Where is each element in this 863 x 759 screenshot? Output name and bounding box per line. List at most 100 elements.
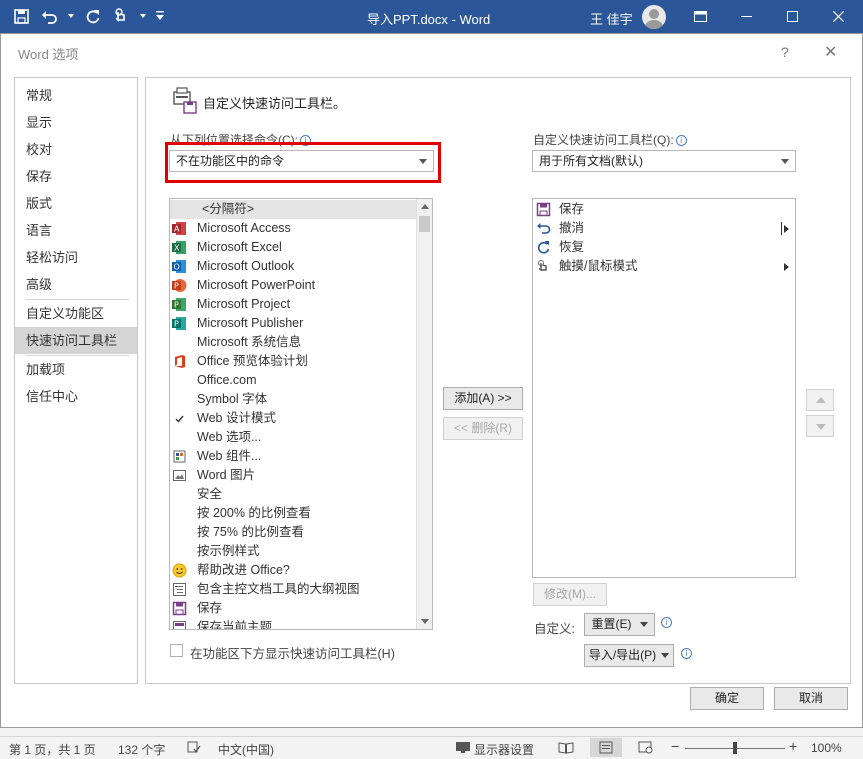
list-item[interactable]: 触摸/鼠标模式 (533, 257, 795, 276)
scroll-down-icon[interactable] (421, 619, 429, 624)
nav-item-layout[interactable]: 版式 (15, 190, 137, 217)
user-name[interactable]: 王 佳宇 (590, 9, 633, 28)
move-down-button[interactable] (806, 415, 834, 437)
list-item[interactable]: 保存 (533, 200, 795, 219)
move-up-button[interactable] (806, 389, 834, 411)
cancel-button[interactable]: 取消 (774, 687, 848, 710)
list-item-label: 帮助改进 Office? (197, 563, 290, 577)
import-export-button[interactable]: 导入/导出(P) (584, 644, 674, 667)
undo-icon[interactable] (40, 7, 58, 25)
list-item[interactable]: O Microsoft Outlook (170, 257, 417, 276)
list-item[interactable]: P Microsoft Publisher (170, 314, 417, 333)
zoom-slider-thumb[interactable] (733, 742, 737, 754)
ok-button[interactable]: 确定 (690, 687, 764, 710)
save-icon[interactable] (12, 7, 30, 25)
proofing-icon[interactable] (187, 741, 201, 757)
list-item[interactable]: Office.com (170, 371, 417, 390)
show-below-ribbon-label[interactable]: 在功能区下方显示快速访问工具栏(H) (190, 643, 395, 662)
info-icon[interactable]: i (675, 135, 687, 147)
list-item[interactable]: Web 组件... (170, 447, 417, 466)
add-button[interactable]: 添加(A) >> (443, 387, 523, 410)
list-item[interactable]: Microsoft 系统信息 (170, 333, 417, 352)
customize-qat-value: 用于所有文档(默认) (539, 154, 643, 168)
list-item-label: Microsoft Publisher (197, 316, 304, 330)
list-item[interactable]: 安全 (170, 485, 417, 504)
touch-dropdown-icon[interactable] (140, 7, 146, 25)
zoom-level[interactable]: 100% (811, 741, 842, 755)
list-item[interactable]: Symbol 字体 (170, 390, 417, 409)
info-icon[interactable]: i (681, 648, 692, 659)
list-item[interactable]: 保存 (170, 599, 417, 618)
customize-qat-dropdown[interactable]: 用于所有文档(默认) (532, 150, 796, 172)
theme-icon (172, 620, 187, 629)
list-item[interactable]: <分隔符> (170, 200, 417, 219)
nav-item-trust-center[interactable]: 信任中心 (15, 383, 137, 410)
nav-item-save[interactable]: 保存 (15, 163, 137, 190)
list-item-label: 触摸/鼠标模式 (559, 259, 638, 273)
list-item[interactable]: 恢复 (533, 238, 795, 257)
ribbon-display-options-icon[interactable] (677, 0, 723, 33)
list-item-label: Microsoft Excel (197, 240, 282, 254)
scroll-thumb[interactable] (419, 216, 430, 232)
nav-item-general[interactable]: 常规 (15, 82, 137, 109)
redo-icon[interactable] (84, 7, 102, 25)
page-title: 自定义快速访问工具栏。 (203, 96, 347, 111)
page-count[interactable]: 第 1 页，共 1 页 (9, 741, 96, 758)
help-icon[interactable]: ? (781, 44, 789, 60)
show-below-ribbon-checkbox[interactable] (170, 644, 183, 657)
nav-item-quick-access-toolbar[interactable]: 快速访问工具栏 (15, 327, 137, 354)
list-item[interactable]: 按示例样式 (170, 542, 417, 561)
list-item[interactable]: Web 设计模式 (170, 409, 417, 428)
remove-button[interactable]: << 删除(R) (443, 417, 523, 440)
list-item[interactable]: P Microsoft PowerPoint (170, 276, 417, 295)
read-mode-icon[interactable] (558, 741, 574, 757)
svg-text:P: P (174, 282, 179, 291)
avatar[interactable] (642, 5, 666, 29)
list-item[interactable]: 帮助改进 Office? (170, 561, 417, 580)
nav-item-display[interactable]: 显示 (15, 109, 137, 136)
nav-item-advanced[interactable]: 高级 (15, 271, 137, 298)
list-item[interactable]: X Microsoft Excel (170, 238, 417, 257)
project-icon: P (172, 297, 187, 312)
nav-item-accessibility[interactable]: 轻松访问 (15, 244, 137, 271)
list-item-label: Microsoft Project (197, 297, 291, 311)
close-window-icon[interactable] (815, 0, 861, 33)
zoom-in-button[interactable]: + (789, 738, 797, 754)
qat-commands-list[interactable]: 保存 撤消 恢复 触摸/鼠标模式 (532, 198, 796, 578)
reset-button[interactable]: 重置(E) (584, 613, 655, 636)
modify-button[interactable]: 修改(M)... (533, 583, 607, 606)
list-item[interactable]: A Microsoft Access (170, 219, 417, 238)
nav-item-customize-ribbon[interactable]: 自定义功能区 (15, 300, 137, 327)
nav-item-proofing[interactable]: 校对 (15, 136, 137, 163)
web-layout-icon[interactable] (638, 741, 654, 757)
nav-item-language[interactable]: 语言 (15, 217, 137, 244)
customize-qat-label-text: 自定义快速访问工具栏(Q): (533, 133, 674, 147)
list-item[interactable]: Word 图片 (170, 466, 417, 485)
display-settings-icon[interactable] (455, 741, 471, 757)
touch-mode-icon[interactable] (112, 7, 130, 25)
commands-scrollbar[interactable] (416, 199, 432, 629)
customize-qat-icon[interactable] (156, 7, 164, 25)
nav-item-add-ins[interactable]: 加载项 (15, 356, 137, 383)
list-item[interactable]: 包含主控文档工具的大纲视图 (170, 580, 417, 599)
commands-list[interactable]: <分隔符> A Microsoft Access X Microsoft Excel… (169, 198, 433, 630)
list-item[interactable]: 保存当前主题 (170, 618, 417, 629)
language-indicator[interactable]: 中文(中国) (218, 741, 274, 758)
info-icon[interactable]: i (661, 617, 672, 628)
list-item[interactable]: Office 预览体验计划 (170, 352, 417, 371)
list-item[interactable]: 撤消 (533, 219, 795, 238)
list-item[interactable]: P Microsoft Project (170, 295, 417, 314)
undo-dropdown-icon[interactable] (68, 7, 74, 25)
scroll-up-icon[interactable] (421, 204, 429, 209)
list-item[interactable]: 按 75% 的比例查看 (170, 523, 417, 542)
word-count[interactable]: 132 个字 (118, 741, 165, 758)
minimize-icon[interactable] (723, 0, 769, 33)
list-item[interactable]: 按 200% 的比例查看 (170, 504, 417, 523)
maximize-icon[interactable] (769, 0, 815, 33)
close-icon[interactable]: ✕ (824, 42, 837, 62)
zoom-out-button[interactable]: − (671, 738, 679, 754)
display-settings-label[interactable]: 显示器设置 (474, 741, 534, 758)
list-item[interactable]: Web 选项... (170, 428, 417, 447)
print-layout-icon[interactable] (590, 738, 622, 757)
undo-icon (536, 221, 551, 236)
